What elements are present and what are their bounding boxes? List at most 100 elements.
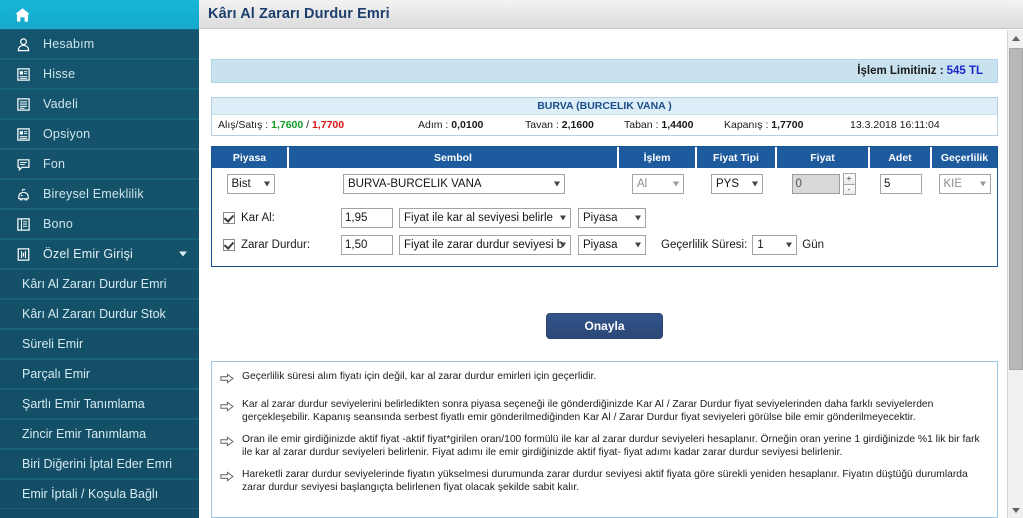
sidebar-subitem-label: Zincir Emir Tanımlama	[22, 427, 147, 441]
arrow-right-icon	[220, 370, 242, 389]
fiyat-input[interactable]: 0	[791, 174, 840, 194]
column-header-islem: İşlem	[619, 147, 697, 168]
sidebar-item-label: Vadeli	[43, 97, 79, 111]
kar-al-market-value: Piyasa	[583, 211, 618, 224]
info-item-text: Hareketli zarar durdur seviyelerinde fiy…	[242, 469, 968, 493]
sidebar-item-hisse[interactable]: Hisse	[0, 59, 199, 89]
cell-sembol: BURVA-BURCELIK VANA	[289, 174, 619, 194]
kar-al-amount-input[interactable]: 1,95	[341, 207, 393, 228]
sidebar-item-hesabim[interactable]: Hesabım	[0, 29, 199, 59]
user-icon	[13, 36, 33, 52]
scroll-up-button[interactable]	[1008, 30, 1023, 46]
sidebar-subitem-sureli-emir[interactable]: Süreli Emir	[0, 329, 199, 359]
arrow-right-icon	[220, 468, 242, 494]
ceiling-label: Tavan :	[525, 119, 559, 131]
sidebar-subitem-kari-al-zarari-durdur-emri[interactable]: Kârı Al Zararı Durdur Emri	[0, 269, 199, 299]
vertical-scrollbar[interactable]	[1007, 30, 1023, 518]
cell-fiyat: 0 + -	[777, 173, 870, 195]
onayla-button[interactable]: Onayla	[546, 313, 663, 339]
kar-al-label: Kar Al:	[241, 211, 275, 224]
kar-al-checkbox[interactable]	[223, 211, 235, 224]
sidebar-subitem-zincir-emir-tanimlama[interactable]: Zincir Emir Tanımlama	[0, 419, 199, 449]
scroll-down-icon	[1012, 507, 1020, 513]
chevron-down-icon	[752, 181, 758, 187]
close-value: 1,7700	[771, 119, 804, 131]
fiyat-stepper[interactable]: + -	[842, 173, 856, 195]
sidebar-subitem-label: Parçalı Emir	[22, 367, 91, 381]
info-item: Geçerlilik süresi alım fiyatı için değil…	[220, 370, 987, 389]
chevron-down-icon	[786, 242, 793, 247]
transaction-limit-bar: İşlem Limitiniz : 545 TL	[211, 59, 998, 83]
order-table-header: Piyasa Sembol İşlem Fiyat Tipi Fiyat Ade…	[212, 147, 997, 168]
chevron-down-icon	[560, 242, 566, 247]
sidebar-subitem-label: Şartlı Emir Tanımlama	[22, 397, 145, 411]
islem-select[interactable]: Al	[632, 174, 684, 194]
chevron-down-icon	[554, 181, 560, 187]
sidebar-item-bono[interactable]: Bono	[0, 209, 199, 239]
validity-unit: Gün	[802, 238, 825, 251]
scroll-down-button[interactable]	[1008, 502, 1023, 518]
sidebar-subitem-biri-digerini-iptal-eder-emri[interactable]: Biri Diğerini İptal Eder Emri	[0, 449, 199, 479]
bond-icon	[13, 216, 33, 232]
zarar-durdur-market-select[interactable]: Piyasa	[578, 234, 646, 255]
zarar-durdur-checkbox[interactable]	[223, 238, 235, 251]
adet-input[interactable]: 5	[880, 174, 922, 194]
column-header-fiyat-tipi: Fiyat Tipi	[697, 147, 777, 168]
islem-select-value: Al	[637, 178, 648, 190]
floor-cell: Taban : 1,4400	[624, 119, 694, 131]
arrow-right-icon	[220, 433, 242, 459]
sidebar-subitem-sartli-emir-tanimlama[interactable]: Şartlı Emir Tanımlama	[0, 389, 199, 419]
fiyat-tipi-select[interactable]: PYS	[711, 174, 763, 194]
sidebar-subitem-kari-al-zarari-durdur-stok[interactable]: Kârı Al Zararı Durdur Stok	[0, 299, 199, 329]
sidebar-subitem-parcali-emir[interactable]: Parçalı Emir	[0, 359, 199, 389]
cell-gecerlilik: KIE	[932, 174, 997, 194]
info-item: Hareketli zarar durdur seviyelerinde fiy…	[220, 468, 987, 494]
info-item: Kar al zarar durdur seviyelerini belirle…	[220, 398, 987, 424]
fiyat-stepper-up[interactable]: +	[842, 173, 856, 184]
sidebar-item-label: Özel Emir Girişi	[43, 247, 134, 261]
piggy-icon	[13, 186, 33, 202]
sidebar-subitem-emir-iptali-kosula-bagli[interactable]: Emir İptali / Koşula Bağlı	[0, 479, 199, 509]
sidebar-item-vadeli[interactable]: Vadeli	[0, 89, 199, 119]
scroll-up-icon	[1012, 35, 1020, 41]
validity-label: Geçerlilik Süresi:	[661, 238, 748, 251]
sidebar-item-fon[interactable]: Fon	[0, 149, 199, 179]
fiyat-stepper-down[interactable]: -	[842, 184, 856, 195]
stock-book-icon	[13, 126, 33, 142]
chevron-down-icon	[179, 251, 187, 257]
gecerlilik-select[interactable]: KIE	[938, 174, 991, 194]
zarar-durdur-market-value: Piyasa	[583, 238, 618, 251]
arrow-right-icon	[220, 398, 242, 424]
sidebar-item-opsiyon[interactable]: Opsiyon	[0, 119, 199, 149]
chevron-down-icon	[263, 181, 270, 187]
kar-al-market-select[interactable]: Piyasa	[578, 207, 646, 228]
order-entry-table: Piyasa Sembol İşlem Fiyat Tipi Fiyat Ade…	[211, 146, 998, 202]
cell-islem: Al	[619, 174, 697, 194]
scroll-thumb[interactable]	[1009, 48, 1023, 370]
kar-al-level-type-select[interactable]: Fiyat ile kar al seviyesi belirle	[399, 207, 571, 228]
zarar-durdur-level-type-select[interactable]: Fiyat ile zarar durdur seviyesi b	[399, 234, 571, 255]
ask-value: 1,7700	[312, 119, 345, 131]
ceiling-value: 2,1600	[561, 119, 594, 131]
confirm-button-wrapper: Onayla	[211, 313, 998, 339]
info-item-text: Kar al zarar durdur seviyelerini belirle…	[242, 399, 934, 423]
validity-select-value: 1	[757, 238, 764, 251]
sidebar-item-ozel-emir-girisi[interactable]: Özel Emir Girişi	[0, 239, 199, 269]
order-table-row: Bist BURVA-BURCELIK VANA Al PYS 0 + - 5 …	[212, 168, 997, 201]
sidebar-item-bireysel-emeklilik[interactable]: Bireysel Emeklilik	[0, 179, 199, 209]
zarar-durdur-amount-input[interactable]: 1,50	[341, 234, 393, 255]
transaction-limit-label: İşlem Limitiniz :	[857, 65, 944, 77]
chevron-down-icon	[635, 242, 641, 247]
sidebar-home-button[interactable]	[0, 0, 199, 29]
condition-rows: Kar Al: 1,95 Fiyat ile kar al seviyesi b…	[211, 200, 998, 267]
stock-book-icon	[13, 66, 33, 82]
sidebar-item-label: Hesabım	[43, 37, 95, 51]
step-cell: Adım : 0,0100	[418, 119, 483, 131]
piyasa-select[interactable]: Bist	[226, 174, 275, 194]
sembol-select[interactable]: BURVA-BURCELIK VANA	[343, 174, 565, 194]
info-box: Geçerlilik süresi alım fiyatı için değil…	[211, 361, 998, 518]
bid-ask-cell: Alış/Satış : 1,7600 / 1,7700	[218, 119, 344, 131]
kar-al-level-type-value: Fiyat ile kar al seviyesi belirle	[404, 211, 553, 224]
close-label: Kapanış :	[724, 119, 769, 131]
validity-select[interactable]: 1	[752, 234, 798, 255]
